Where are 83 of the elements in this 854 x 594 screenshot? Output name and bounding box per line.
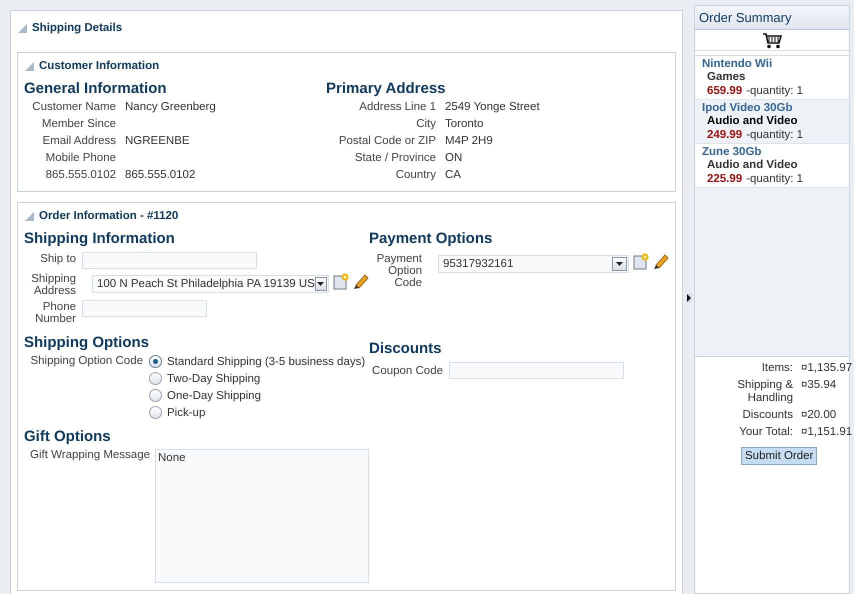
field-label: Member Since xyxy=(40,117,116,132)
panel-title: Order Summary xyxy=(699,10,792,25)
total-value: ¤20.00 xyxy=(801,409,838,422)
radio-label[interactable]: Two-Day Shipping xyxy=(167,372,260,384)
field-label: Shipping Option Code xyxy=(29,355,143,369)
field-label: Phone Number xyxy=(34,301,76,325)
shopping-cart-icon xyxy=(762,32,782,48)
product-name: Nintendo Wii xyxy=(702,57,774,71)
group-heading: Shipping Information xyxy=(24,229,176,249)
product-price: 225.99 xyxy=(707,173,742,185)
pencil-icon[interactable] xyxy=(653,253,669,270)
quantity: -quantity: 1 xyxy=(746,129,804,141)
total-value: ¤1,135.97 xyxy=(801,362,852,375)
radio-label[interactable]: Standard Shipping (3-5 business days) xyxy=(167,356,366,368)
product-price: 659.99 xyxy=(707,85,742,97)
field-label: Address Line 1 xyxy=(358,100,436,115)
field-value: ON xyxy=(445,151,464,166)
radio-label[interactable]: Pick-up xyxy=(167,406,206,418)
payment-option-dropdown[interactable]: 95317932161 xyxy=(438,255,629,273)
new-document-icon[interactable] xyxy=(633,253,649,270)
product-category: Games xyxy=(706,71,746,84)
radio-button[interactable] xyxy=(149,389,162,402)
field-label: Email Address xyxy=(41,134,116,149)
field-label: Shipping Address xyxy=(30,273,76,297)
field-label: Country xyxy=(394,168,436,183)
field-label: Postal Code or ZIP xyxy=(338,134,436,149)
total-label: Items: xyxy=(760,362,793,375)
group-heading: Gift Options xyxy=(24,427,112,447)
total-label: Your Total: xyxy=(738,426,793,439)
radio-button[interactable] xyxy=(149,355,162,368)
quantity: -quantity: 1 xyxy=(746,85,804,97)
product-category: Audio and Video xyxy=(706,115,799,128)
field-value: 865.555.0102 xyxy=(125,168,196,183)
cart-item[interactable]: Nintendo Wii Games 659.99 -quantity: 1 xyxy=(695,56,849,100)
group-heading: Discounts xyxy=(369,339,443,359)
collapse-icon[interactable] xyxy=(24,60,35,72)
quantity: -quantity: 1 xyxy=(746,173,804,185)
total-value: ¤1,151.91 xyxy=(801,426,852,439)
coupon-code-field[interactable] xyxy=(449,362,624,379)
section-title: Order Information - #1120 xyxy=(39,210,178,222)
field-label: Gift Wrapping Message xyxy=(29,449,150,463)
field-label: Mobile Phone xyxy=(44,151,116,166)
field-label: State / Province xyxy=(354,151,436,166)
radio-button[interactable] xyxy=(149,406,162,419)
group-heading: Payment Options xyxy=(369,229,494,249)
phone-number-field[interactable] xyxy=(82,300,207,317)
radio-button[interactable] xyxy=(149,372,162,385)
ship-to-field[interactable] xyxy=(82,252,257,269)
product-name: Ipod Video 30Gb xyxy=(702,101,794,115)
collapse-icon[interactable] xyxy=(24,210,35,222)
field-label: Payment Option Code xyxy=(376,253,422,289)
expand-arrow-icon[interactable] xyxy=(686,293,692,303)
panel-title: Shipping Details xyxy=(32,22,122,34)
field-value: M4P 2H9 xyxy=(445,134,494,149)
field-value: 2549 Yonge Street xyxy=(445,100,541,115)
submit-order-button[interactable]: Submit Order xyxy=(741,447,818,465)
new-document-icon[interactable] xyxy=(333,273,349,290)
group-heading: Primary Address xyxy=(326,79,447,99)
field-value: Toronto xyxy=(445,117,484,132)
product-name: Zune 30Gb xyxy=(702,145,762,159)
radio-label[interactable]: One-Day Shipping xyxy=(167,390,261,402)
total-label: Discounts xyxy=(742,409,793,422)
product-category: Audio and Video xyxy=(706,159,799,172)
field-label: Ship to xyxy=(39,253,76,265)
field-label: Customer Name xyxy=(31,100,116,115)
cart-item[interactable]: Zune 30Gb Audio and Video 225.99 -quantity: 1 xyxy=(695,144,849,188)
section-title: Customer Information xyxy=(39,60,160,72)
total-label: Shipping & Handling xyxy=(736,379,793,405)
shipping-address-dropdown[interactable]: 100 N Peach St Philadelphia PA 19139 US xyxy=(92,275,329,293)
field-label: 865.555.0102 xyxy=(44,168,116,183)
product-price: 249.99 xyxy=(707,129,742,141)
group-heading: Shipping Options xyxy=(24,333,150,353)
collapse-icon[interactable] xyxy=(17,22,28,34)
field-value: CA xyxy=(445,168,462,183)
field-value: NGREENBE xyxy=(125,134,191,149)
field-label: City xyxy=(415,117,436,132)
gift-message-field[interactable]: None xyxy=(155,449,369,583)
cart-item[interactable]: Ipod Video 30Gb Audio and Video 249.99 -quantity: 1 xyxy=(695,100,849,144)
field-label: Coupon Code xyxy=(371,365,443,377)
field-value: Nancy Greenberg xyxy=(125,100,217,115)
pencil-icon[interactable] xyxy=(353,273,369,290)
total-value: ¤35.94 xyxy=(801,379,838,393)
group-heading: General Information xyxy=(24,79,168,99)
